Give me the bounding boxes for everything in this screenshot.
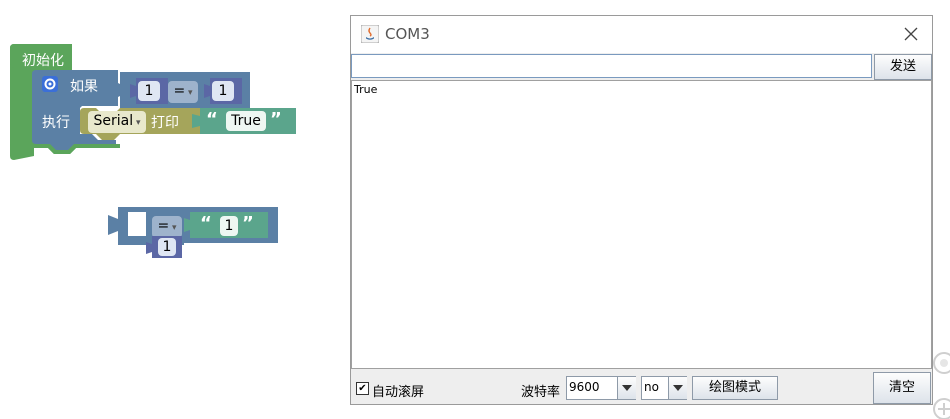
quote-close-icon: ” bbox=[242, 213, 254, 234]
plot-mode-button[interactable]: 绘图模式 bbox=[692, 376, 778, 400]
java-app-icon bbox=[361, 25, 379, 43]
quote-open-icon: “ bbox=[206, 109, 218, 130]
clear-button[interactable]: 清空 bbox=[873, 372, 931, 404]
title-bar[interactable]: COM3 bbox=[351, 16, 932, 53]
zoom-reset-icon[interactable] bbox=[930, 350, 950, 376]
close-icon[interactable] bbox=[901, 24, 921, 44]
blockly-workspace[interactable]: 初始化 如果 执行 1 = ▾ 1 Serial ▾ 打印 “ True ” =… bbox=[0, 0, 950, 419]
compare-operator-dropdown[interactable]: = ▾ bbox=[168, 81, 198, 103]
serial-monitor-window: COM3 发送 True ✔ 自动滚屏 波特率 9600 no 绘图模式 清空 bbox=[350, 15, 933, 405]
empty-input-slot[interactable] bbox=[128, 212, 146, 236]
send-button[interactable]: 发送 bbox=[874, 54, 932, 80]
compare-left-value[interactable]: 1 bbox=[138, 81, 160, 101]
serial-output-area[interactable]: True bbox=[351, 80, 932, 369]
autoscroll-checkbox[interactable]: ✔ bbox=[356, 382, 369, 395]
baud-rate-select[interactable]: 9600 bbox=[566, 376, 636, 400]
bottom-toolbar: ✔ 自动滚屏 波特率 9600 no 绘图模式 清空 bbox=[351, 370, 932, 404]
loose-num-value[interactable]: 1 bbox=[158, 238, 176, 256]
send-input[interactable] bbox=[351, 54, 872, 78]
loose-compare-operator-value: = bbox=[157, 218, 170, 234]
serial-output-text: True bbox=[354, 83, 378, 96]
dropdown-arrow-icon: ▾ bbox=[133, 118, 141, 128]
setup-block-label: 初始化 bbox=[22, 53, 64, 69]
loose-text-value[interactable]: 1 bbox=[220, 216, 238, 236]
serial-port-dropdown[interactable]: Serial ▾ bbox=[88, 111, 146, 133]
quote-open-icon: “ bbox=[200, 213, 212, 234]
print-text-value[interactable]: True bbox=[226, 111, 266, 131]
print-label: 打印 bbox=[151, 115, 179, 131]
line-ending-value: no bbox=[644, 380, 659, 394]
dropdown-arrow-icon: ▾ bbox=[169, 223, 177, 233]
dropdown-arrow-icon: ▾ bbox=[185, 88, 193, 98]
compare-right-value[interactable]: 1 bbox=[212, 81, 234, 101]
quote-close-icon: ” bbox=[270, 109, 282, 130]
window-title: COM3 bbox=[385, 25, 430, 43]
if-label: 如果 bbox=[70, 79, 98, 95]
autoscroll-label: 自动滚屏 bbox=[372, 385, 425, 400]
baud-rate-label: 波特率 bbox=[521, 385, 561, 400]
loose-compare-operator-dropdown[interactable]: = ▾ bbox=[152, 216, 182, 238]
settings-gear-icon[interactable] bbox=[42, 76, 58, 92]
zoom-in-icon[interactable] bbox=[930, 395, 950, 419]
baud-rate-value: 9600 bbox=[569, 380, 600, 394]
compare-operator-value: = bbox=[173, 83, 186, 99]
line-ending-select[interactable]: no bbox=[641, 376, 687, 400]
chevron-down-icon[interactable] bbox=[617, 377, 636, 399]
do-label: 执行 bbox=[42, 115, 70, 131]
chevron-down-icon[interactable] bbox=[668, 377, 687, 399]
serial-port-value: Serial bbox=[93, 113, 134, 129]
